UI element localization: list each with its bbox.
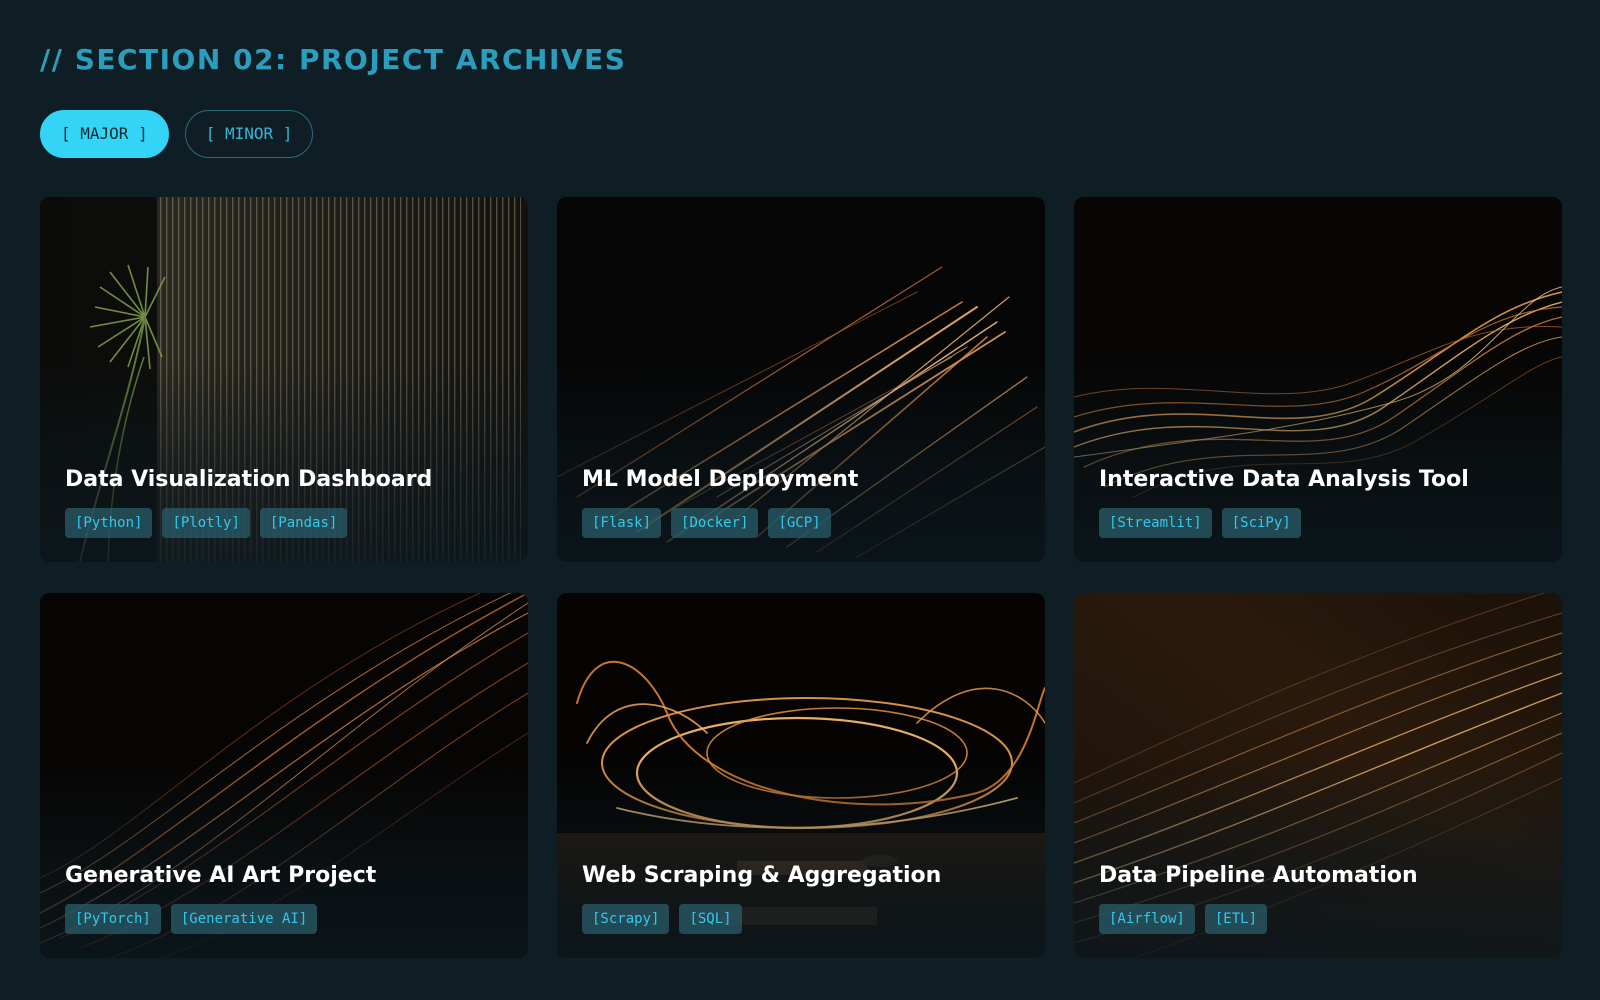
tech-tag: [Airflow] xyxy=(1099,904,1195,934)
tech-tag: [SciPy] xyxy=(1221,508,1301,538)
tag-list: [PyTorch] [Generative AI] xyxy=(65,904,508,934)
tech-tag: [Pandas] xyxy=(259,508,348,538)
tag-list: [Flask] [Docker] [GCP] xyxy=(582,508,1025,538)
tech-tag: [GCP] xyxy=(768,508,831,538)
tag-list: [Scrapy] [SQL] xyxy=(582,904,1025,934)
project-card[interactable]: Interactive Data Analysis Tool [Streamli… xyxy=(1074,197,1562,562)
project-card[interactable]: Web Scraping & Aggregation [Scrapy] [SQL… xyxy=(557,593,1045,958)
project-title: Web Scraping & Aggregation xyxy=(582,863,942,888)
project-title: Generative AI Art Project xyxy=(65,863,377,888)
tech-tag: [Flask] xyxy=(582,508,662,538)
filter-minor-button[interactable]: [ MINOR ] xyxy=(184,110,314,158)
tech-tag: [Generative AI] xyxy=(170,904,318,934)
project-archives-section: // SECTION 02: PROJECT ARCHIVES [ MAJOR … xyxy=(0,0,1600,1000)
project-title: Data Pipeline Automation xyxy=(1099,863,1418,888)
project-card[interactable]: Generative AI Art Project [PyTorch] [Gen… xyxy=(40,593,528,958)
tech-tag: [Scrapy] xyxy=(582,904,670,934)
tech-tag: [Docker] xyxy=(671,508,759,538)
tag-list: [Airflow] [ETL] xyxy=(1099,904,1542,934)
section-title: // SECTION 02: PROJECT ARCHIVES xyxy=(40,43,627,76)
filter-major-button[interactable]: [ MAJOR ] xyxy=(40,110,169,158)
tech-tag: [PyTorch] xyxy=(65,904,161,934)
project-title: Data Visualization Dashboard xyxy=(65,467,433,492)
tech-tag: [SQL] xyxy=(679,904,742,934)
tech-tag: [Streamlit] xyxy=(1099,508,1212,538)
project-grid: Data Visualization Dashboard [Python] [P… xyxy=(40,197,1562,958)
project-title: ML Model Deployment xyxy=(582,467,859,492)
project-title: Interactive Data Analysis Tool xyxy=(1099,467,1469,492)
project-card[interactable]: ML Model Deployment [Flask] [Docker] [GC… xyxy=(557,197,1045,562)
filter-group: [ MAJOR ] [ MINOR ] xyxy=(40,110,1560,158)
tag-list: [Streamlit] [SciPy] xyxy=(1099,508,1542,538)
tech-tag: [Python] xyxy=(65,508,153,538)
project-card[interactable]: Data Visualization Dashboard [Python] [P… xyxy=(40,197,528,562)
tech-tag: [Plotly] xyxy=(162,508,250,538)
tech-tag: [ETL] xyxy=(1204,904,1268,934)
project-card[interactable]: Data Pipeline Automation [Airflow] [ETL] xyxy=(1074,593,1562,958)
tag-list: [Python] [Plotly] [Pandas] xyxy=(65,508,508,538)
